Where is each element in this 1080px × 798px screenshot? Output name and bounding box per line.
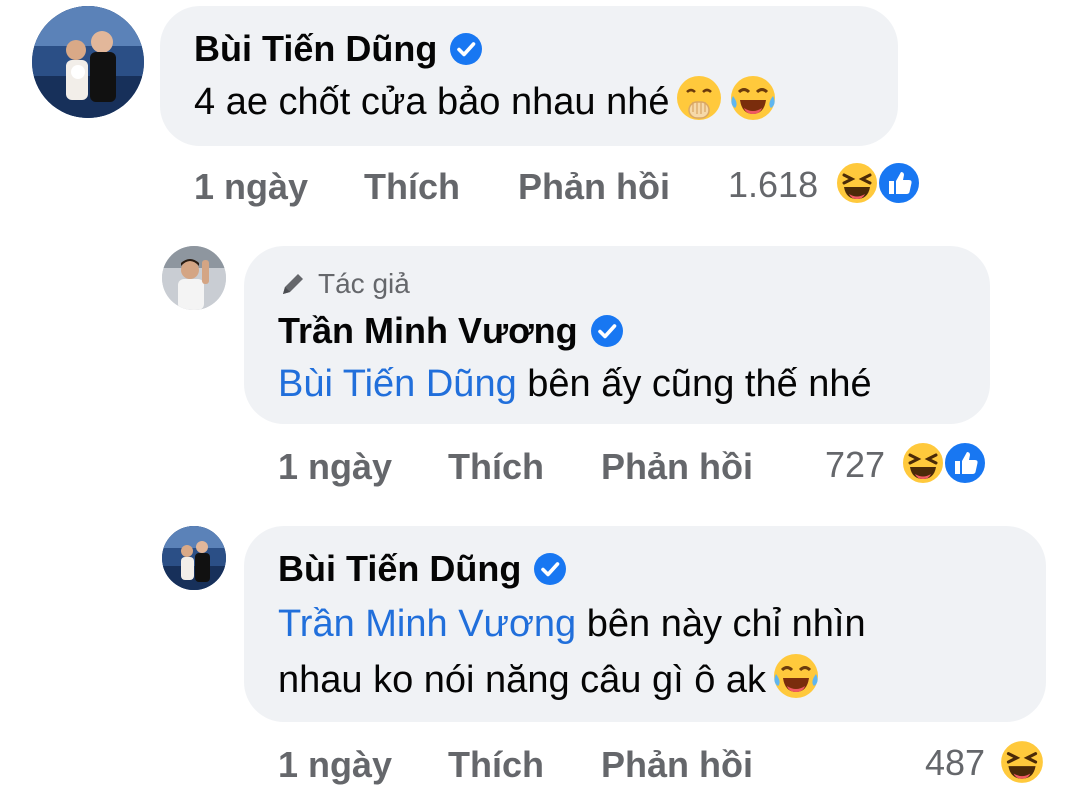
comment-text-content: 4 ae chốt cửa bảo nhau nhé bbox=[194, 81, 670, 123]
avatar-photo bbox=[162, 246, 226, 310]
comment-time[interactable]: 1 ngày bbox=[278, 744, 392, 786]
comment-time[interactable]: 1 ngày bbox=[278, 446, 392, 488]
like-button[interactable]: Thích bbox=[448, 744, 544, 786]
comment-author[interactable]: Bùi Tiến Dũng bbox=[194, 28, 483, 70]
verified-badge-icon bbox=[533, 552, 567, 586]
comment-time[interactable]: 1 ngày bbox=[194, 166, 308, 208]
reply-button[interactable]: Phản hồi bbox=[601, 446, 753, 488]
pencil-icon bbox=[278, 269, 308, 299]
comment-author[interactable]: Bùi Tiến Dũng bbox=[278, 548, 567, 590]
comment-text-line2: nhau ko nói năng câu gì ô ak bbox=[278, 659, 767, 701]
comment-text: Trần Minh Vương bên này chỉ nhìn bbox=[278, 596, 866, 652]
like-reaction-icon[interactable] bbox=[942, 440, 988, 486]
haha-reaction-icon[interactable] bbox=[998, 738, 1046, 786]
avatar-photo bbox=[32, 6, 144, 118]
author-tag: Tác giả bbox=[278, 268, 410, 300]
tears-of-joy-emoji-icon bbox=[772, 652, 820, 700]
avatar[interactable] bbox=[32, 6, 144, 118]
mention-link[interactable]: Trần Minh Vương bbox=[278, 603, 576, 645]
comment-text-line1: bên này chỉ nhìn bbox=[576, 603, 866, 645]
mention-link[interactable]: Bùi Tiến Dũng bbox=[278, 363, 517, 405]
author-name[interactable]: Bùi Tiến Dũng bbox=[194, 28, 437, 70]
hand-over-mouth-emoji-icon bbox=[675, 74, 723, 122]
avatar[interactable] bbox=[162, 246, 226, 310]
comment-text-content: bên ấy cũng thế nhé bbox=[516, 363, 872, 405]
comment-author[interactable]: Trần Minh Vương bbox=[278, 310, 624, 352]
like-reaction-icon[interactable] bbox=[876, 160, 922, 206]
haha-reaction-icon[interactable] bbox=[834, 160, 880, 206]
author-name[interactable]: Trần Minh Vương bbox=[278, 310, 578, 352]
haha-reaction-icon[interactable] bbox=[900, 440, 946, 486]
reaction-count[interactable]: 487 bbox=[925, 742, 985, 784]
avatar[interactable] bbox=[162, 526, 226, 590]
reaction-count[interactable]: 727 bbox=[825, 444, 885, 486]
reaction-count[interactable]: 1.618 bbox=[728, 164, 818, 206]
tears-of-joy-emoji-icon bbox=[729, 74, 777, 122]
reply-button[interactable]: Phản hồi bbox=[518, 166, 670, 208]
like-button[interactable]: Thích bbox=[364, 166, 460, 208]
comment-text: nhau ko nói năng câu gì ô ak bbox=[278, 652, 820, 708]
verified-badge-icon bbox=[590, 314, 624, 348]
comment-text: Bùi Tiến Dũng bên ấy cũng thế nhé bbox=[278, 356, 872, 412]
avatar-photo bbox=[162, 526, 226, 590]
reply-button[interactable]: Phản hồi bbox=[601, 744, 753, 786]
author-tag-label: Tác giả bbox=[318, 268, 410, 299]
author-name[interactable]: Bùi Tiến Dũng bbox=[278, 548, 521, 590]
like-button[interactable]: Thích bbox=[448, 446, 544, 488]
comment-text: 4 ae chốt cửa bảo nhau nhé bbox=[194, 74, 777, 130]
verified-badge-icon bbox=[449, 32, 483, 66]
